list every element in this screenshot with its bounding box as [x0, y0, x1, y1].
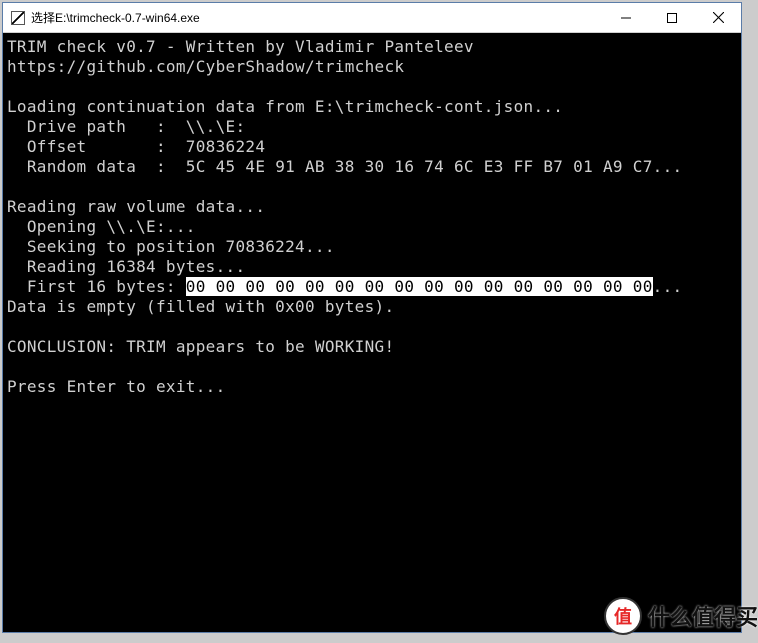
close-button[interactable]	[695, 3, 741, 32]
label: Offset :	[7, 137, 186, 156]
value: 5C 45 4E 91 AB 38 30 16 74 6C E3 FF B7 0…	[186, 157, 683, 176]
console-window: 选择E:\trimcheck-0.7-win64.exe TRIM check …	[2, 2, 742, 633]
console-line: CONCLUSION: TRIM appears to be WORKING!	[7, 337, 737, 357]
console-line: Opening \\.\E:...	[7, 217, 737, 237]
titlebar[interactable]: 选择E:\trimcheck-0.7-win64.exe	[3, 3, 741, 33]
minimize-icon	[621, 13, 631, 23]
value: 70836224	[186, 137, 265, 156]
highlighted-bytes: 00 00 00 00 00 00 00 00 00 00 00 00 00 0…	[186, 277, 653, 296]
console-output[interactable]: TRIM check v0.7 - Written by Vladimir Pa…	[3, 33, 741, 632]
window-controls	[603, 3, 741, 32]
value: \\.\E:	[186, 117, 246, 136]
console-line: https://github.com/CyberShadow/trimcheck	[7, 57, 737, 77]
console-line: Reading raw volume data...	[7, 197, 737, 217]
console-line	[7, 357, 737, 377]
console-line: Offset : 70836224	[7, 137, 737, 157]
console-line: Random data : 5C 45 4E 91 AB 38 30 16 74…	[7, 157, 737, 177]
label: First 16 bytes:	[7, 277, 186, 296]
console-line: Seeking to position 70836224...	[7, 237, 737, 257]
label: Random data :	[7, 157, 186, 176]
console-line: Drive path : \\.\E:	[7, 117, 737, 137]
console-line: Loading continuation data from E:\trimch…	[7, 97, 737, 117]
console-line: Data is empty (filled with 0x00 bytes).	[7, 297, 737, 317]
console-line: First 16 bytes: 00 00 00 00 00 00 00 00 …	[7, 277, 737, 297]
window-title: 选择E:\trimcheck-0.7-win64.exe	[31, 9, 603, 26]
maximize-icon	[667, 13, 677, 23]
console-line	[7, 177, 737, 197]
close-icon	[713, 12, 724, 23]
app-icon	[11, 11, 25, 25]
console-line	[7, 77, 737, 97]
tail: ...	[653, 277, 683, 296]
console-line	[7, 317, 737, 337]
console-line: Press Enter to exit...	[7, 377, 737, 397]
minimize-button[interactable]	[603, 3, 649, 32]
label: Drive path :	[7, 117, 186, 136]
console-line: Reading 16384 bytes...	[7, 257, 737, 277]
console-line: TRIM check v0.7 - Written by Vladimir Pa…	[7, 37, 737, 57]
maximize-button[interactable]	[649, 3, 695, 32]
